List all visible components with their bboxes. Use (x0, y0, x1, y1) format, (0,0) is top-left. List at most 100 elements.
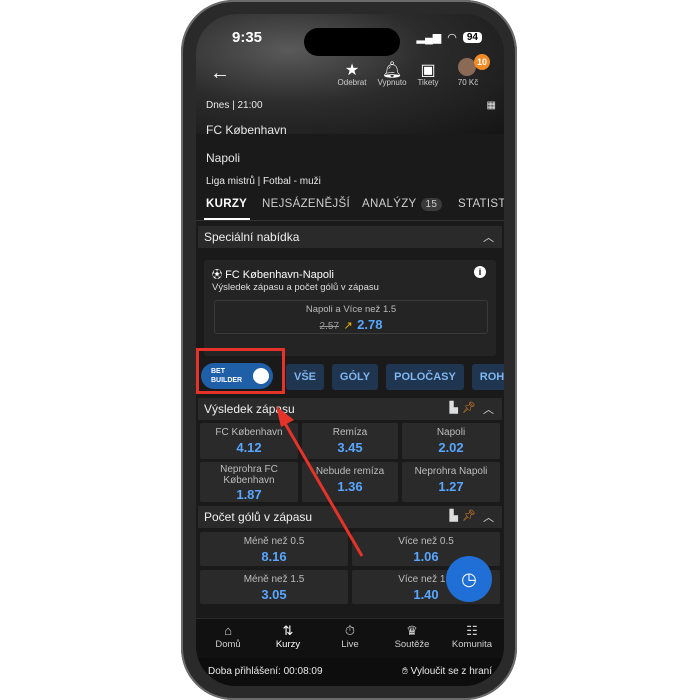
nav-kurzy[interactable]: ⇅ Kurzy (258, 623, 318, 650)
odd-label: Méně než 1.5 (243, 574, 305, 585)
tab-nejsazenejsi[interactable]: NEJSÁZENĚJŠÍ (262, 198, 350, 210)
calendar-fab-button[interactable]: ◷ (446, 556, 492, 602)
tab-analyzy[interactable]: ANALÝZY 15 (362, 198, 443, 211)
odd-label: Remíza (332, 427, 368, 438)
odd-cell[interactable]: FC København 4.12 (200, 423, 298, 459)
odds-icon: ⇅ (282, 623, 294, 638)
odd-label: Méně než 0.5 (243, 536, 305, 547)
dynamic-island (304, 28, 400, 56)
home-team: FC København (206, 123, 287, 137)
highlight-box (196, 348, 285, 394)
nav-label: Soutěže (394, 639, 430, 650)
ticket-icon: ▣ (420, 62, 436, 79)
odd-value: 2.02 (438, 440, 464, 455)
wifi-icon: ◠ (447, 32, 457, 44)
status-time: 9:35 (232, 29, 263, 46)
notification-button[interactable]: 🔔︎ Vypnuto (372, 60, 412, 87)
info-icon[interactable]: i (474, 266, 486, 278)
pin-icon[interactable]: 📌︎ (462, 509, 476, 522)
special-offer-title: Speciální nabídka (204, 230, 300, 244)
nav-komunita[interactable]: ☷ Komunita (442, 623, 502, 650)
nav-live[interactable]: ⏱︎ Live (320, 623, 380, 650)
odd-label: FC København (215, 427, 283, 438)
active-tab-indicator (204, 218, 250, 220)
footer-bar: Doba přihlášení: 00:08:09 ✋︎ Vyloučit se… (196, 658, 504, 686)
odd-value: 3.05 (261, 587, 287, 602)
odd-cell[interactable]: Neprohra FC København 1.87 (200, 462, 298, 502)
match-info: Dnes | 21:00 ▦ FC København Napoli Liga … (206, 100, 496, 187)
promo-title-row: ⚽︎ FC København-Napoli (212, 266, 334, 281)
soccer-ball-icon: ⚽︎ (212, 270, 222, 281)
result-title: Výsledek zápasu (204, 402, 295, 416)
odd-label: Nebude remíza (315, 466, 385, 477)
favorite-label: Odebrat (337, 78, 367, 87)
chip-rohy[interactable]: ROH (472, 364, 504, 390)
odd-label: Napoli (436, 427, 466, 438)
notification-label: Vypnuto (377, 78, 407, 87)
special-offer-header[interactable]: Speciální nabídka ︿ (198, 226, 502, 248)
odd-cell[interactable]: Remíza 3.45 (302, 423, 398, 459)
home-icon: ⌂ (224, 623, 232, 638)
back-arrow-icon[interactable]: ← (210, 62, 230, 85)
calendar-clock-icon: ◷ (461, 569, 477, 589)
top-bar: ← ★ Odebrat 🔔︎ Vypnuto ▣ Tikety 10 70 Kč (196, 54, 504, 96)
promo-subtitle: Výsledek zápasu a počet gólů v zápasu (212, 282, 379, 293)
scoreboard-icon[interactable]: ▦ (487, 100, 496, 111)
self-exclusion-label: Vyloučit se z hraní (410, 666, 492, 677)
chevron-up-icon: ︿ (483, 404, 494, 416)
nav-label: Komunita (451, 639, 493, 650)
chevron-up-icon: ︿ (483, 232, 494, 244)
match-time: Dnes | 21:00 (206, 100, 263, 111)
login-time: Doba přihlášení: 00:08:09 (208, 666, 323, 677)
tickets-label: Tikety (417, 78, 439, 87)
tab-analyzy-label: ANALÝZY (362, 198, 417, 210)
odd-value: 8.16 (261, 549, 287, 564)
avatar-badge: 10 (474, 54, 490, 70)
odd-cell[interactable]: Neprohra Napoli 1.27 (402, 462, 500, 502)
stopwatch-icon: ⏱︎ (344, 623, 356, 638)
tab-statistiky[interactable]: STATIST (458, 198, 504, 210)
league-info: Liga mistrů | Fotbal - muži (206, 176, 321, 187)
promo-odd-button[interactable]: Napoli a Více než 1.5 2.57 ↗ 2.78 (214, 300, 488, 334)
favorite-button[interactable]: ★ Odebrat (332, 60, 372, 87)
odd-cell[interactable]: Nebude remíza 1.36 (302, 462, 398, 502)
stats-icon[interactable]: ▙ (450, 401, 458, 414)
analyzy-count: 15 (420, 198, 443, 211)
nav-home[interactable]: ⌂ Domů (198, 623, 258, 650)
tickets-button[interactable]: ▣ Tikety (408, 60, 448, 87)
pin-icon[interactable]: 📌︎ (462, 401, 476, 414)
odd-cell[interactable]: Méně než 1.5 3.05 (200, 570, 348, 604)
chevron-up-icon: ︿ (483, 512, 494, 524)
odd-cell[interactable]: Napoli 2.02 (402, 423, 500, 459)
odd-value: 4.12 (236, 440, 262, 455)
old-odd: 2.57 (319, 321, 340, 332)
odd-label: Neprohra Napoli (414, 466, 488, 477)
chip-goly[interactable]: GÓLY (332, 364, 378, 390)
odd-cell[interactable]: Méně než 0.5 8.16 (200, 532, 348, 566)
special-offer-card: ⚽︎ FC København-Napoli i Výsledek zápasu… (204, 260, 496, 356)
nav-label: Domů (215, 639, 241, 650)
odd-value: 1.36 (337, 479, 363, 494)
new-odd: 2.78 (357, 317, 383, 332)
chip-polocasy[interactable]: POLOČASY (386, 364, 464, 390)
result-header[interactable]: Výsledek zápasu ▙ 📌︎ ︿ (198, 398, 502, 420)
battery-icon: 94 (462, 32, 482, 43)
odd-value: 1.27 (438, 479, 464, 494)
nav-souteze[interactable]: ♛ Soutěže (382, 623, 442, 650)
chip-vse[interactable]: VŠE (286, 364, 324, 390)
self-exclusion-link[interactable]: ✋︎ Vyloučit se z hraní (402, 666, 492, 677)
stats-icon[interactable]: ▙ (450, 509, 458, 522)
promo-odd-label: Napoli a Více než 1.5 (305, 304, 397, 315)
odd-label: Více než 0.5 (398, 536, 454, 547)
trophy-icon: ♛ (406, 623, 418, 638)
odd-value: 3.45 (337, 440, 363, 455)
goals-header[interactable]: Počet gólů v zápasu ▙ 📌︎ ︿ (198, 506, 502, 528)
tab-kurzy[interactable]: KURZY (206, 198, 247, 210)
bell-icon: 🔔︎ (381, 62, 403, 79)
trend-up-icon: ↗ (343, 320, 353, 332)
away-team: Napoli (206, 151, 241, 165)
app-screen: 9:35 ▂▄▆ ◠ 94 ← ★ Odebrat 🔔︎ Vypnuto ▣ T… (196, 14, 504, 686)
nav-label: Live (341, 639, 359, 650)
goals-title: Počet gólů v zápasu (204, 510, 313, 524)
bottom-nav: ⌂ Domů ⇅ Kurzy ⏱︎ Live ♛ Soutěže ☷ Komun… (196, 618, 504, 659)
